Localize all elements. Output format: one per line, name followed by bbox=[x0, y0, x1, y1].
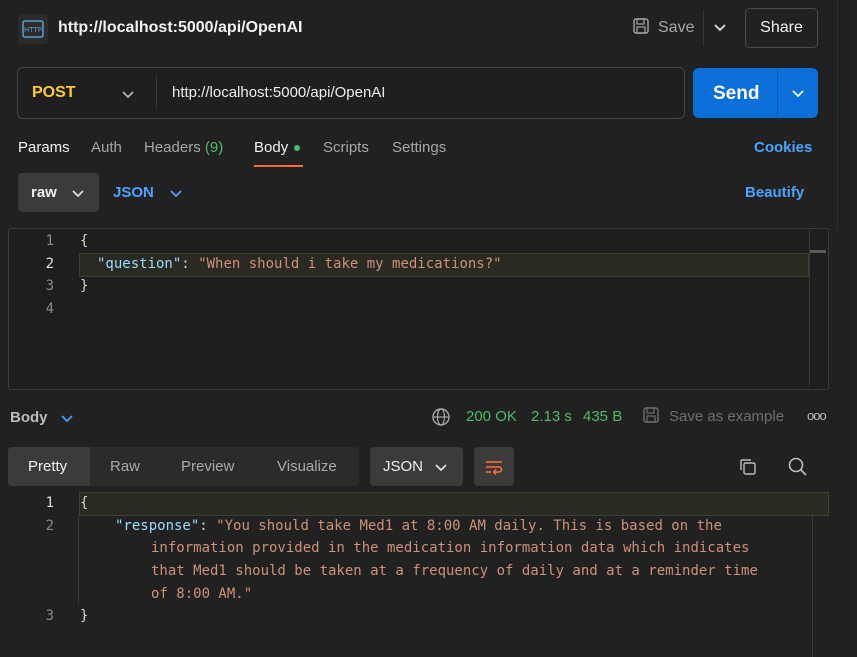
tab-pretty-label[interactable]: Pretty bbox=[28, 458, 67, 475]
json-colon: : bbox=[199, 518, 217, 534]
status-code[interactable]: 200 OK bbox=[466, 408, 517, 425]
code-open-brace: { bbox=[80, 495, 89, 511]
divider bbox=[777, 68, 778, 118]
save-options-chevron-icon[interactable] bbox=[712, 19, 728, 39]
tab-params[interactable]: Params bbox=[18, 139, 70, 156]
code-open-brace: { bbox=[80, 233, 89, 249]
chevron-down-icon bbox=[70, 185, 86, 205]
line-number: 3 bbox=[45, 608, 54, 624]
body-mode-label: raw bbox=[31, 184, 57, 201]
copy-icon[interactable] bbox=[738, 457, 758, 481]
tab-settings[interactable]: Settings bbox=[392, 139, 446, 156]
json-value-continued: information provided in the medication i… bbox=[151, 540, 750, 556]
search-icon[interactable] bbox=[787, 456, 808, 481]
json-key: "response" bbox=[115, 518, 200, 534]
headers-count-badge: (9) bbox=[204, 139, 224, 156]
share-button[interactable]: Share bbox=[745, 8, 818, 48]
divider bbox=[156, 76, 157, 108]
tab-body-label: Body bbox=[254, 139, 289, 156]
method-select[interactable]: POST bbox=[32, 84, 76, 102]
send-label: Send bbox=[713, 83, 760, 104]
more-options-icon[interactable]: ooo bbox=[807, 408, 827, 423]
json-key: "question" bbox=[97, 256, 182, 272]
json-value-continued: that Med1 should be taken at a frequency… bbox=[151, 563, 758, 579]
tab-scripts[interactable]: Scripts bbox=[323, 139, 369, 156]
tab-visualize[interactable]: Visualize bbox=[277, 458, 337, 475]
current-line-highlight bbox=[79, 492, 829, 516]
code-line: "question": "When should i take my medic… bbox=[97, 256, 502, 272]
editor-scrollbar[interactable] bbox=[809, 230, 810, 387]
save-as-example-button[interactable]: Save as example bbox=[669, 408, 784, 425]
line-number: 3 bbox=[45, 278, 54, 294]
chevron-down-icon bbox=[433, 459, 449, 479]
code-close-brace: } bbox=[80, 278, 89, 294]
response-format-select[interactable]: JSON bbox=[370, 447, 463, 486]
response-time[interactable]: 2.13 s bbox=[531, 408, 572, 425]
json-colon: : bbox=[181, 256, 199, 272]
response-view-label[interactable]: Body bbox=[10, 409, 48, 426]
line-number: 4 bbox=[45, 301, 54, 317]
editor-scrollbar-thumb[interactable] bbox=[810, 250, 826, 253]
svg-text:HTTP: HTTP bbox=[24, 26, 42, 34]
response-format-label: JSON bbox=[383, 458, 424, 475]
tab-headers-label: Headers bbox=[144, 139, 201, 156]
wrap-lines-icon bbox=[484, 457, 504, 481]
pane-divider bbox=[837, 0, 838, 230]
indent-guide bbox=[78, 514, 79, 604]
tab-raw[interactable]: Raw bbox=[110, 458, 140, 475]
line-number: 2 bbox=[45, 256, 54, 272]
save-icon bbox=[642, 406, 660, 428]
code-close-brace: } bbox=[80, 608, 89, 624]
save-label: Save bbox=[658, 19, 695, 36]
save-button[interactable]: Save bbox=[632, 16, 694, 40]
method-chevron-down-icon[interactable] bbox=[120, 86, 136, 106]
tab-preview[interactable]: Preview bbox=[181, 458, 234, 475]
line-number: 1 bbox=[45, 233, 54, 249]
line-number: 1 bbox=[45, 495, 54, 511]
wrap-lines-button[interactable] bbox=[474, 447, 514, 486]
json-value-continued: of 8:00 AM." bbox=[151, 586, 253, 602]
tab-headers[interactable]: Headers (9) bbox=[144, 139, 223, 156]
format-chevron-down-icon[interactable] bbox=[168, 185, 184, 205]
divider bbox=[703, 10, 704, 46]
tab-auth[interactable]: Auth bbox=[91, 139, 122, 156]
request-title[interactable]: http://localhost:5000/api/OpenAI bbox=[58, 19, 302, 37]
beautify-button[interactable]: Beautify bbox=[745, 184, 804, 201]
body-mode-select[interactable]: raw bbox=[18, 173, 99, 212]
cookies-link[interactable]: Cookies bbox=[754, 139, 812, 156]
code-line: "response": "You should take Med1 at 8:0… bbox=[115, 518, 722, 534]
response-chevron-down-icon[interactable] bbox=[59, 410, 75, 430]
body-format-select[interactable]: JSON bbox=[113, 184, 154, 201]
response-scrollbar[interactable] bbox=[812, 514, 813, 657]
json-value: "You should take Med1 at 8:00 AM daily. … bbox=[216, 518, 722, 534]
json-value: "When should i take my medications?" bbox=[198, 256, 502, 272]
line-number: 2 bbox=[45, 518, 54, 534]
status-dot-icon bbox=[294, 145, 301, 152]
response-size[interactable]: 435 B bbox=[583, 408, 622, 425]
http-request-icon: HTTP bbox=[18, 14, 48, 44]
tab-body[interactable]: Body bbox=[254, 139, 301, 156]
globe-icon[interactable] bbox=[431, 407, 451, 431]
send-options-chevron-down-icon[interactable] bbox=[790, 85, 806, 105]
save-icon bbox=[632, 17, 650, 40]
url-input[interactable]: http://localhost:5000/api/OpenAI bbox=[172, 84, 385, 101]
active-tab-indicator bbox=[254, 165, 303, 167]
send-button[interactable]: Send bbox=[693, 68, 818, 118]
